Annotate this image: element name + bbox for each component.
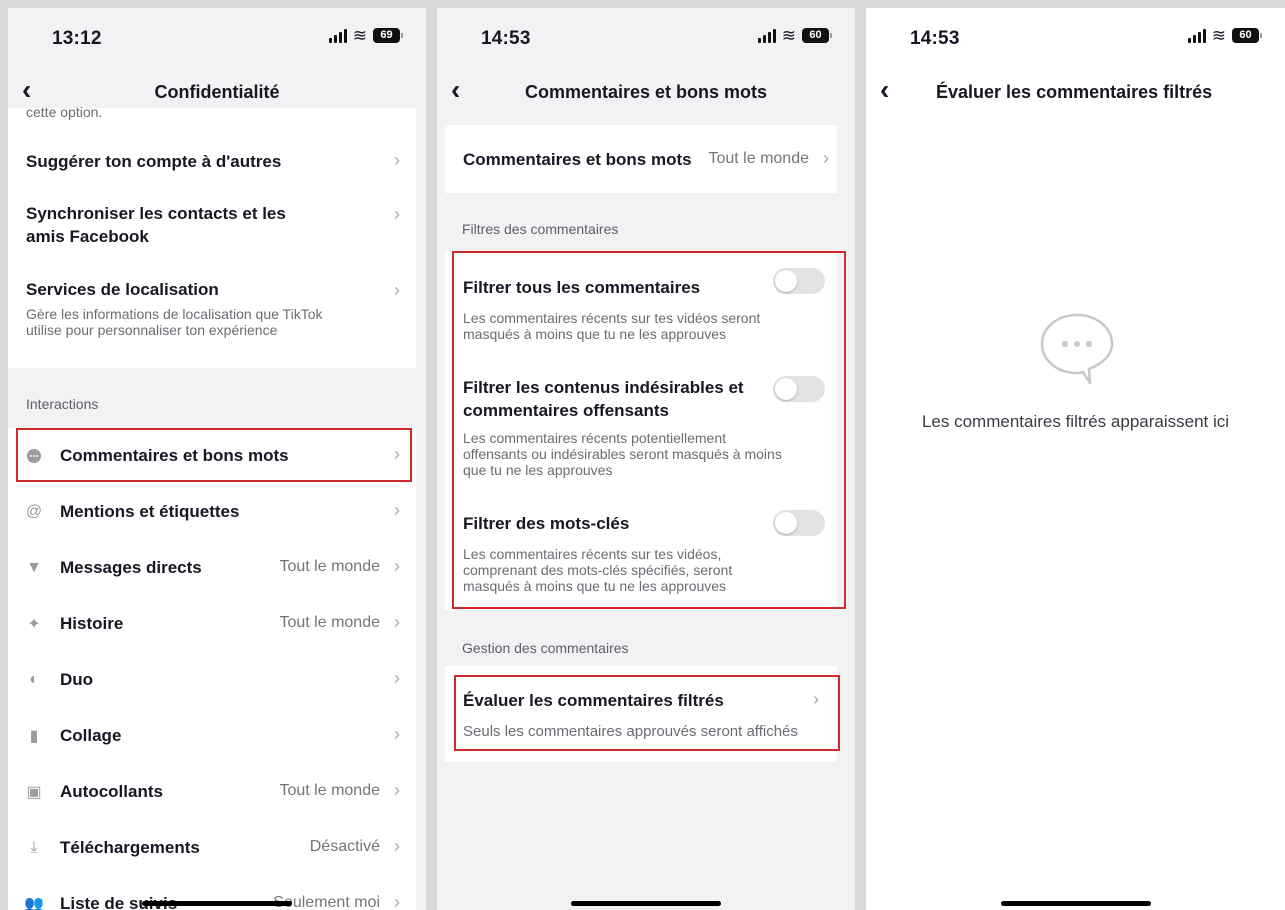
battery-icon: 60 xyxy=(802,28,832,43)
chat-bubble-icon xyxy=(1038,311,1116,387)
chevron-right-icon: › xyxy=(394,612,400,632)
row-stickers[interactable]: ▣ Autocollants Tout le monde › xyxy=(8,764,416,820)
row-stitch[interactable]: ▮ Collage › xyxy=(8,708,416,764)
row-value: Désactivé xyxy=(309,838,380,855)
status-bar: 13:12 ≋ 69 xyxy=(8,8,426,66)
row-story[interactable]: ✦ Histoire Tout le monde › xyxy=(8,596,416,652)
row-downloads[interactable]: ⤓ Téléchargements Désactivé › xyxy=(8,820,416,876)
back-chevron-icon[interactable]: ‹ xyxy=(880,74,889,106)
setting-label: Commentaires et bons mots xyxy=(463,150,692,169)
signal-icon xyxy=(328,28,347,43)
sparkle-icon: ✦ xyxy=(27,616,41,633)
sync-contacts-row[interactable]: Synchroniser les contacts et les amis Fa… xyxy=(8,194,416,254)
row-label: Suggérer ton compte à d'autres xyxy=(26,152,282,171)
chevron-right-icon: › xyxy=(394,556,400,576)
clipped-text: cette option. xyxy=(26,104,103,120)
row-label: Histoire xyxy=(60,614,124,633)
stitch-icon: ▮ xyxy=(29,728,39,745)
row-label: Services de localisation xyxy=(26,280,219,299)
page-title: Confidentialité xyxy=(154,82,280,102)
highlight-box xyxy=(454,675,840,751)
page-title: Commentaires et bons mots xyxy=(524,82,768,102)
at-icon: @ xyxy=(25,503,43,520)
row-label: Collage xyxy=(60,726,122,745)
nav-bar: ‹ Commentaires et bons mots xyxy=(437,66,855,118)
home-indicator xyxy=(142,901,292,906)
row-label: Téléchargements xyxy=(60,838,200,857)
chevron-right-icon: › xyxy=(394,892,400,910)
row-label: Duo xyxy=(60,670,94,689)
duet-icon: ◐ xyxy=(29,671,39,688)
chevron-right-icon: › xyxy=(394,724,400,744)
send-icon: ▼ xyxy=(26,559,42,576)
row-description-line1: Gère les informations de localisation qu… xyxy=(26,306,323,322)
status-bar: 14:53 ≋ 60 xyxy=(866,8,1285,66)
nav-bar: ‹ Évaluer les commentaires filtrés xyxy=(866,66,1285,118)
highlight-box xyxy=(452,251,846,609)
status-icons: ≋ 60 xyxy=(1187,25,1262,45)
chevron-right-icon: › xyxy=(394,836,400,856)
page-title: Évaluer les commentaires filtrés xyxy=(936,82,1213,102)
chevron-right-icon: › xyxy=(394,668,400,688)
signal-icon xyxy=(757,28,776,43)
wifi-icon: ≋ xyxy=(1211,25,1226,45)
section-label-interactions: Interactions xyxy=(26,396,99,412)
highlight-box xyxy=(16,428,412,482)
status-bar: 14:53 ≋ 60 xyxy=(437,8,855,66)
row-label: Autocollants xyxy=(60,782,163,801)
status-time: 13:12 xyxy=(52,28,102,49)
download-icon: ⤓ xyxy=(30,839,38,856)
screen-privacy: 13:12 ≋ 69 ‹ Confidentialité cette optio… xyxy=(8,8,426,910)
chevron-right-icon: › xyxy=(394,204,400,224)
privacy-card-top: cette option. Suggérer ton compte à d'au… xyxy=(8,104,416,368)
wifi-icon: ≋ xyxy=(352,25,367,45)
comments-setting-card[interactable]: Commentaires et bons mots Tout le monde … xyxy=(445,125,837,193)
row-value: Tout le monde xyxy=(279,782,380,799)
row-label-line2: amis Facebook xyxy=(26,227,149,246)
wifi-icon: ≋ xyxy=(781,25,796,45)
sticker-icon: ▣ xyxy=(26,784,42,801)
row-direct-messages[interactable]: ▼ Messages directs Tout le monde › xyxy=(8,540,416,596)
row-value: Tout le monde xyxy=(279,558,380,575)
status-icons: ≋ 69 xyxy=(328,25,403,45)
row-value: Tout le monde xyxy=(279,614,380,631)
people-icon: 👥 xyxy=(24,896,44,910)
row-label: Mentions et étiquettes xyxy=(60,502,240,521)
suggest-account-row[interactable]: Suggérer ton compte à d'autres › xyxy=(8,140,416,184)
home-indicator xyxy=(571,901,721,906)
chevron-right-icon: › xyxy=(394,280,400,300)
location-services-row[interactable]: Services de localisation Gère les inform… xyxy=(8,272,416,352)
row-duet[interactable]: ◐ Duo › xyxy=(8,652,416,708)
empty-state-text: Les commentaires filtrés apparaissent ic… xyxy=(921,412,1230,431)
home-indicator xyxy=(1000,901,1151,906)
signal-icon xyxy=(1187,28,1206,43)
row-mentions[interactable]: @ Mentions et étiquettes › xyxy=(8,484,416,540)
chevron-right-icon: › xyxy=(394,150,400,170)
setting-value: Tout le monde xyxy=(708,150,809,167)
chevron-right-icon: › xyxy=(394,780,400,800)
battery-icon: 69 xyxy=(373,28,403,43)
interactions-card: Commentaires et bons mots › @ Mentions e… xyxy=(8,428,416,910)
row-label-line1: Synchroniser les contacts et les xyxy=(26,204,286,223)
battery-icon: 60 xyxy=(1232,28,1262,43)
row-label: Messages directs xyxy=(60,558,202,577)
section-label-management: Gestion des commentaires xyxy=(462,640,629,656)
section-label-filters: Filtres des commentaires xyxy=(462,221,619,237)
chevron-right-icon: › xyxy=(823,148,829,168)
screen-comments-settings: 14:53 ≋ 60 ‹ Commentaires et bons mots C… xyxy=(437,8,855,910)
chevron-right-icon: › xyxy=(394,500,400,520)
screen-review-filtered: 14:53 ≋ 60 ‹ Évaluer les commentaires fi… xyxy=(866,8,1285,910)
status-icons: ≋ 60 xyxy=(757,25,832,45)
status-time: 14:53 xyxy=(481,28,531,49)
row-description-line2: utilise pour personnaliser ton expérienc… xyxy=(26,322,278,338)
status-time: 14:53 xyxy=(910,28,960,49)
